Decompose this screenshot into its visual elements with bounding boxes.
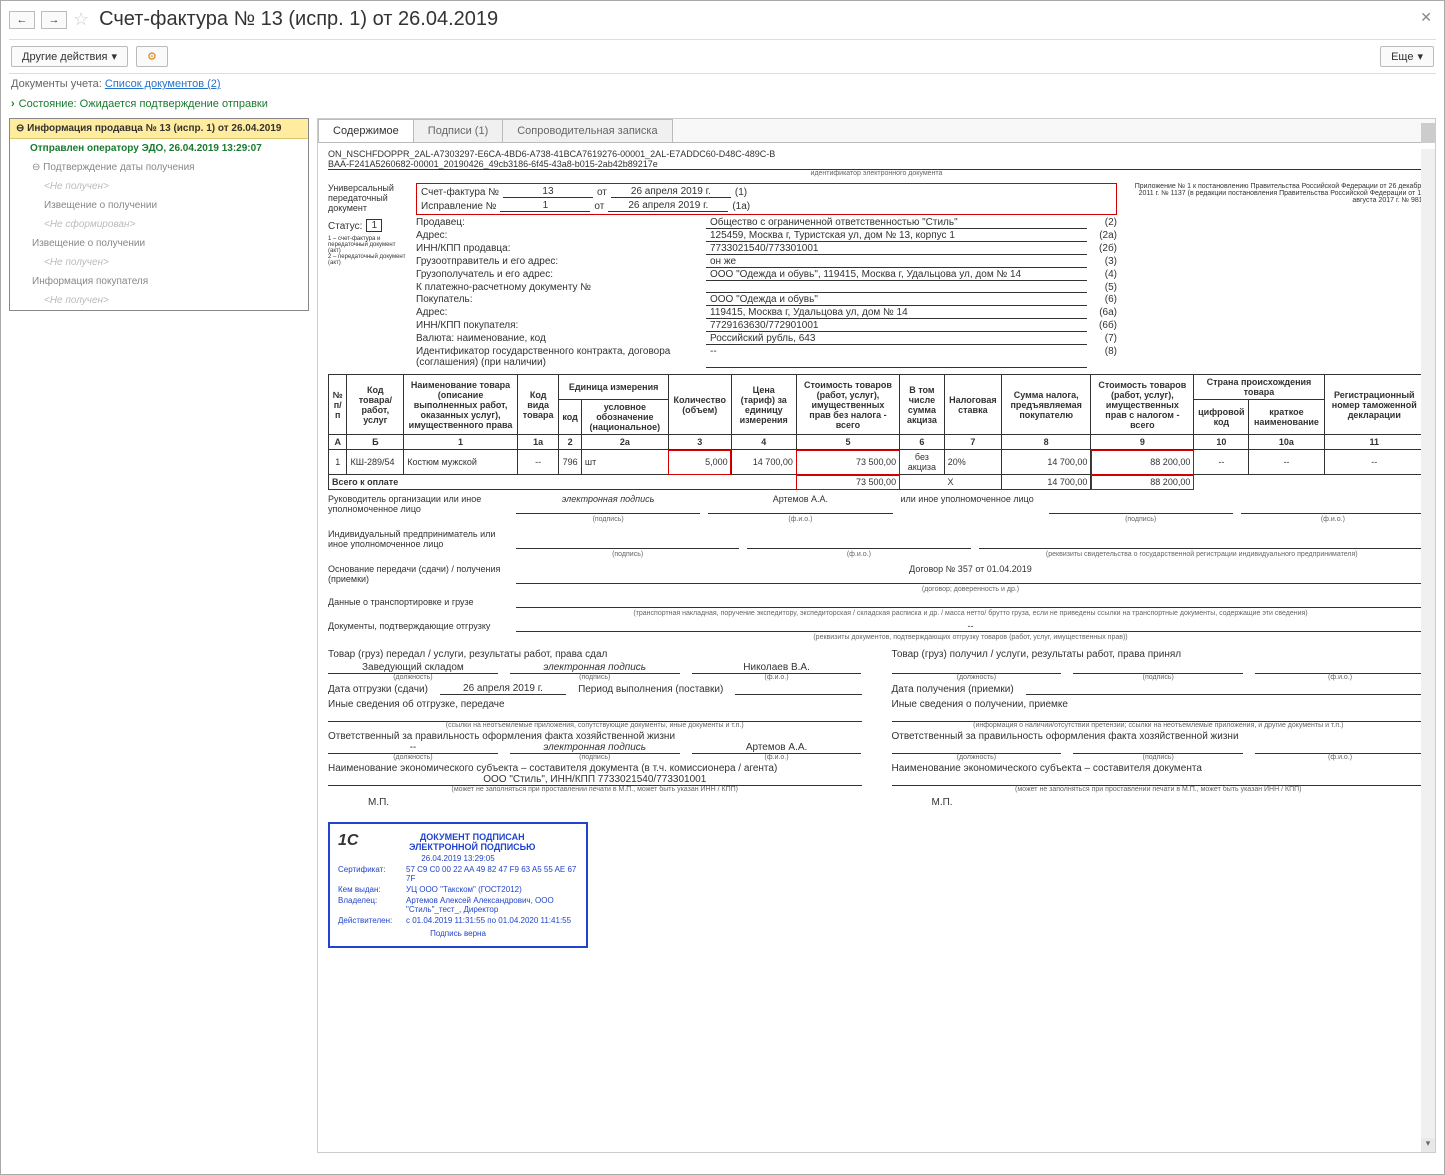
tree-receipt-notice2[interactable]: Извещение о получении: [10, 234, 308, 253]
tree-not-received2: <Не получен>: [10, 253, 308, 272]
field-row: Покупатель:ООО "Одежда и обувь"(6): [416, 294, 1117, 306]
tree-confirm-date[interactable]: ⊖ Подтверждение даты получения: [10, 158, 308, 177]
trans-label: Данные о транспортировке и грузе: [328, 597, 508, 608]
chevron-down-icon: ▾: [111, 50, 117, 63]
isp-date: 26 апреля 2019 г.: [608, 200, 728, 212]
basis-label: Основание передачи (сдачи) / получения (…: [328, 564, 508, 584]
tab-note[interactable]: Сопроводительная записка: [502, 119, 672, 142]
table-row: 1КШ-289/54Костюм мужской --796шт 5,00014…: [329, 450, 1425, 475]
isp-num: 1: [500, 200, 590, 212]
field-row: ИНН/КПП продавца:7733021540/773301001(2б…: [416, 243, 1117, 255]
forward-button[interactable]: →: [41, 11, 67, 29]
star-icon[interactable]: ☆: [73, 9, 89, 30]
sig-ind: Индивидуальный предприниматель или иное …: [328, 529, 508, 549]
field-row: Адрес:125459, Москва г, Туристская ул, д…: [416, 230, 1117, 242]
field-row: К платежно-расчетному документу №(5): [416, 282, 1117, 293]
sig-ep1: электронная подпись: [516, 494, 700, 514]
id-line1: ON_NSCHFDOPPR_2AL-A7303297-E6CA-4BD6-A73…: [328, 149, 1425, 159]
docs-label: Документы учета:: [11, 78, 102, 90]
field-row: Грузополучатель и его адрес:ООО "Одежда …: [416, 269, 1117, 281]
id-label: идентификатор электронного документа: [328, 170, 1425, 177]
chevron-down-icon: ▾: [1417, 50, 1423, 63]
field-row: ИНН/КПП покупателя:7729163630/772901001(…: [416, 320, 1117, 332]
appendix: Приложение № 1 к постановлению Правитель…: [1125, 183, 1425, 368]
total-row: Всего к оплате 73 500,00Х 14 700,0088 20…: [329, 475, 1425, 490]
sf-ot: от: [597, 187, 607, 198]
sig-name1: Артемов А.А.: [708, 494, 892, 514]
tab-signatures[interactable]: Подписи (1): [413, 119, 503, 142]
univ-label: Универсальный передаточный документ: [328, 183, 408, 213]
other-actions-button[interactable]: Другие действия ▾: [11, 46, 128, 67]
status-label: Статус:: [328, 221, 362, 232]
sf-label: Счет-фактура №: [421, 187, 499, 198]
tree-not-received: <Не получен>: [10, 177, 308, 196]
tree-sent[interactable]: Отправлен оператору ЭДО, 26.04.2019 13:2…: [10, 139, 308, 158]
docs-link[interactable]: Список документов (2): [105, 78, 221, 90]
isp-ot: от: [594, 201, 604, 212]
invoice-header-box: Счет-фактура № 13 от 26 апреля 2019 г. (…: [416, 183, 1117, 215]
isp-label: Исправление №: [421, 201, 496, 212]
basis-val: Договор № 357 от 01.04.2019: [516, 564, 1425, 584]
sf-date: 26 апреля 2019 г.: [611, 186, 731, 198]
isp-ref: (1а): [732, 201, 750, 212]
tree-not-formed: <Не сформирован>: [10, 215, 308, 234]
tree-seller-info[interactable]: ⊖ Информация продавца № 13 (испр. 1) от …: [10, 119, 308, 139]
status-help1: 1 – счет-фактура и передаточный документ…: [328, 236, 408, 254]
sf-num: 13: [503, 186, 593, 198]
more-button[interactable]: Еще ▾: [1380, 46, 1434, 67]
signature-stamp: 1C ДОКУМЕНТ ПОДПИСАН ЭЛЕКТРОННОЙ ПОДПИСЬ…: [328, 822, 588, 948]
status-value: 1: [366, 219, 382, 232]
sig-head1: Руководитель организации или иное уполно…: [328, 494, 508, 514]
field-row: Идентификатор государственного контракта…: [416, 346, 1117, 368]
sf-ref: (1): [735, 187, 747, 198]
id-line2: BAA-F241A5260682-00001_20190426_49cb3186…: [328, 159, 1425, 170]
confirm-label: Документы, подтверждающие отгрузку: [328, 621, 508, 632]
lc-title: Товар (груз) передал / услуги, результат…: [328, 649, 862, 660]
close-icon[interactable]: ✕: [1420, 9, 1432, 26]
sig-blank1: [1049, 494, 1233, 514]
status-tree: ⊖ Информация продавца № 13 (испр. 1) от …: [9, 118, 309, 311]
status-help2: 2 – передаточный документ (акт): [328, 254, 408, 266]
scrollbar-thumb[interactable]: [1421, 123, 1435, 143]
scroll-down-icon[interactable]: ▾: [1421, 1138, 1435, 1152]
tree-buyer-info[interactable]: Информация покупателя: [10, 272, 308, 291]
field-row: Грузоотправитель и его адрес:он же(3): [416, 256, 1117, 268]
scrollbar-v[interactable]: [1421, 149, 1435, 1152]
field-row: Адрес:119415, Москва г, Удальцова ул, до…: [416, 307, 1117, 319]
back-button[interactable]: ←: [9, 11, 35, 29]
rc-title: Товар (груз) получил / услуги, результат…: [892, 649, 1426, 660]
field-row: Продавец:Общество с ограниченной ответст…: [416, 217, 1117, 229]
window-title: Счет-фактура № 13 (испр. 1) от 26.04.201…: [99, 8, 498, 31]
tab-content[interactable]: Содержимое: [318, 119, 414, 142]
field-row: Валюта: наименование, кодРоссийский рубл…: [416, 333, 1117, 345]
sig-head2: или иное уполномоченное лицо: [901, 494, 1041, 514]
attachments-button[interactable]: ⚙: [136, 46, 168, 67]
state-row[interactable]: Состояние: Ожидается подтверждение отпра…: [9, 94, 1436, 114]
items-table: № п/пКод товара/ работ, услугНаименовани…: [328, 374, 1425, 490]
tree-receipt-notice[interactable]: Извещение о получении: [10, 196, 308, 215]
sig-blank2: [1241, 494, 1425, 514]
tree-not-received3: <Не получен>: [10, 291, 308, 310]
